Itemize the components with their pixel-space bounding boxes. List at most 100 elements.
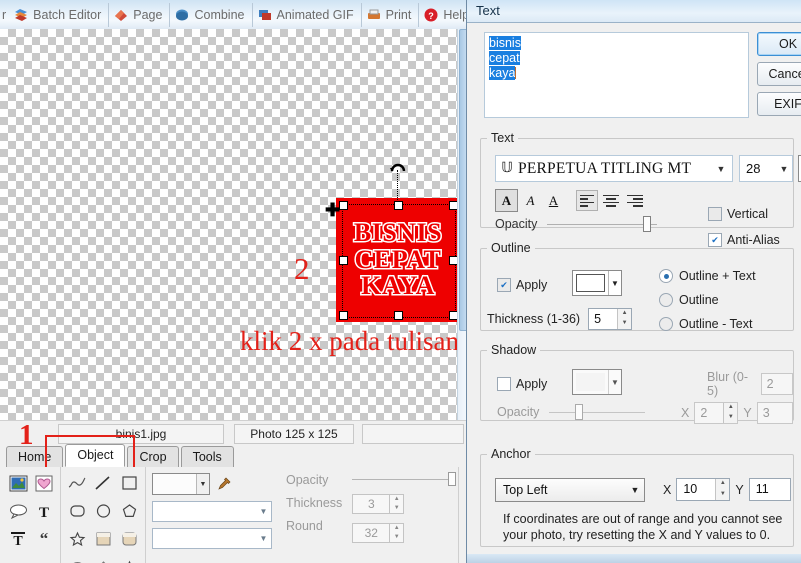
text-outline-icon[interactable]: T (6, 527, 30, 551)
quote-icon[interactable]: “ (32, 527, 56, 551)
image-icon[interactable] (6, 471, 30, 495)
slider-knob[interactable] (448, 472, 457, 486)
toolbar-animated-gif[interactable]: Animated GIF (253, 2, 362, 27)
spinner-buttons[interactable]: ▲ ▼ (617, 309, 632, 329)
align-right-icon[interactable] (624, 190, 646, 211)
star2-icon[interactable] (117, 555, 141, 563)
bold-icon[interactable]: A (495, 189, 518, 212)
outline-thickness-spinner[interactable]: 5 ▲ ▼ (588, 308, 633, 330)
spinner-down-icon[interactable]: ▼ (724, 413, 737, 423)
vertical-checkbox[interactable]: Vertical (708, 207, 768, 221)
outline-apply-checkbox[interactable]: ✔ Apply (497, 278, 547, 292)
anchor-position-combo[interactable]: Top Left ▼ (495, 478, 645, 502)
heart-icon[interactable] (32, 471, 56, 495)
object-opacity-slider[interactable] (352, 472, 457, 486)
handle-top-center[interactable] (394, 201, 403, 210)
italic-icon[interactable]: A (520, 190, 541, 211)
chevron-down-icon[interactable]: ▼ (776, 164, 792, 174)
spinner-buttons[interactable]: ▲ ▼ (389, 495, 403, 513)
line-icon[interactable] (91, 471, 115, 495)
outline-color-button[interactable]: ▼ (572, 270, 622, 296)
spinner-up-icon[interactable]: ▲ (390, 524, 403, 533)
spinner-up-icon[interactable]: ▲ (724, 403, 737, 413)
shadow-color-button[interactable]: ▼ (572, 369, 622, 395)
spinner-down-icon[interactable]: ▼ (716, 490, 729, 501)
toolbar-page[interactable]: Page (109, 2, 171, 27)
handle-bottom-left[interactable] (339, 311, 348, 320)
text-T-icon[interactable]: T (32, 499, 56, 523)
text-opacity-slider[interactable] (547, 216, 658, 232)
anchor-x-spinner[interactable]: 10 ▲ ▼ (676, 478, 731, 501)
spinner-down-icon[interactable]: ▼ (618, 319, 631, 329)
pentagon-icon[interactable] (117, 499, 141, 523)
chevron-down-icon[interactable]: ▼ (196, 474, 209, 494)
spinner-buttons[interactable]: ▲ ▼ (723, 403, 738, 423)
eyedropper-icon[interactable] (216, 476, 232, 492)
object-thickness-spinner[interactable]: 3 ▲ ▼ (352, 494, 405, 514)
toolbar-combine[interactable]: Combine (170, 2, 253, 27)
shadow-y-spinner[interactable]: 3 (756, 402, 793, 424)
text-input-area[interactable]: bisnis cepat kaya (484, 32, 749, 118)
chevron-down-icon[interactable]: ▼ (608, 370, 621, 394)
align-left-icon[interactable] (576, 190, 598, 211)
slider-knob[interactable] (575, 404, 584, 420)
transparent-canvas[interactable]: BISNIS CEPAT KAYA ✚ ➚ 2 (0, 29, 467, 420)
handle-top-left[interactable] (339, 201, 348, 210)
align-center-icon[interactable] (600, 190, 622, 211)
rotate-handle-icon[interactable] (389, 160, 407, 174)
outline-mode-outline[interactable]: Outline (659, 293, 756, 307)
canvas-viewport[interactable]: BISNIS CEPAT KAYA ✚ ➚ 2 (0, 29, 470, 420)
rounded-rect-icon[interactable] (65, 499, 89, 523)
anchor-position-value: Top Left (503, 483, 548, 497)
object-style-combo-2[interactable]: ▼ (152, 528, 272, 549)
handle-bottom-center[interactable] (394, 311, 403, 320)
font-size-combo[interactable]: 28 ▼ (739, 155, 793, 182)
shadow-x-spinner[interactable]: 2 ▲ ▼ (694, 402, 739, 424)
object-round-spinner[interactable]: 32 ▲ ▼ (352, 523, 405, 543)
square-icon[interactable] (117, 471, 141, 495)
shadow-opacity-slider[interactable] (549, 404, 646, 420)
spinner-down-icon[interactable]: ▼ (390, 504, 403, 513)
circle-icon[interactable] (91, 499, 115, 523)
blob-icon[interactable] (65, 555, 89, 563)
scribble-icon[interactable] (65, 471, 89, 495)
anchor-y-spinner[interactable]: 11 (748, 478, 791, 501)
outline-mode-outline-minus-text[interactable]: Outline - Text (659, 317, 756, 331)
toolbar-help[interactable]: ? Help (419, 3, 470, 27)
object-style-combo-1[interactable]: ▼ (152, 501, 272, 522)
cancel-button[interactable]: Cancel (757, 62, 801, 86)
chevron-down-icon[interactable]: ▼ (608, 271, 621, 295)
spinner-buttons[interactable]: ▲ ▼ (389, 524, 403, 542)
spinner-up-icon[interactable]: ▲ (618, 309, 631, 319)
shadow-apply-checkbox[interactable]: Apply (497, 377, 547, 391)
rounded-filled-icon[interactable] (117, 527, 141, 551)
object-color-swatch[interactable]: ▼ (152, 473, 210, 495)
outline-mode-outline-plus-text[interactable]: Outline + Text (659, 269, 756, 283)
speech-bubble-icon[interactable] (6, 499, 30, 523)
spinner-buttons[interactable]: ▲ ▼ (715, 479, 730, 501)
ok-button[interactable]: OK (757, 32, 801, 56)
slider-knob[interactable] (643, 216, 652, 232)
spinner-down-icon[interactable]: ▼ (390, 533, 403, 542)
chevron-down-icon[interactable]: ▼ (256, 507, 271, 516)
toolbar-batch-editor[interactable]: Batch Editor (9, 2, 110, 27)
spinner-up-icon[interactable]: ▲ (390, 495, 403, 504)
toolbar-print[interactable]: Print (362, 2, 420, 27)
slider-track (547, 223, 658, 225)
tab-tools[interactable]: Tools (180, 446, 234, 467)
star-icon[interactable] (65, 527, 89, 551)
chevron-down-icon[interactable]: ▼ (626, 485, 644, 495)
shadow-blur-spinner[interactable]: 2 (760, 373, 793, 395)
handle-middle-left[interactable] (339, 256, 348, 265)
filled-square-icon[interactable] (91, 527, 115, 551)
chevron-down-icon[interactable]: ▼ (710, 164, 732, 174)
chevron-down-icon[interactable]: ▼ (256, 534, 271, 543)
underline-icon[interactable]: A (543, 190, 564, 211)
selection-box[interactable] (339, 201, 458, 320)
spinner-up-icon[interactable]: ▲ (716, 479, 729, 490)
svg-text:T: T (39, 505, 49, 519)
tab-crop[interactable]: Crop (127, 446, 179, 467)
diamond-icon[interactable] (91, 555, 115, 563)
exif-button[interactable]: EXIF (757, 92, 801, 116)
font-family-combo[interactable]: 𝕌 PERPETUA TITLING MT ▼ (495, 155, 733, 182)
